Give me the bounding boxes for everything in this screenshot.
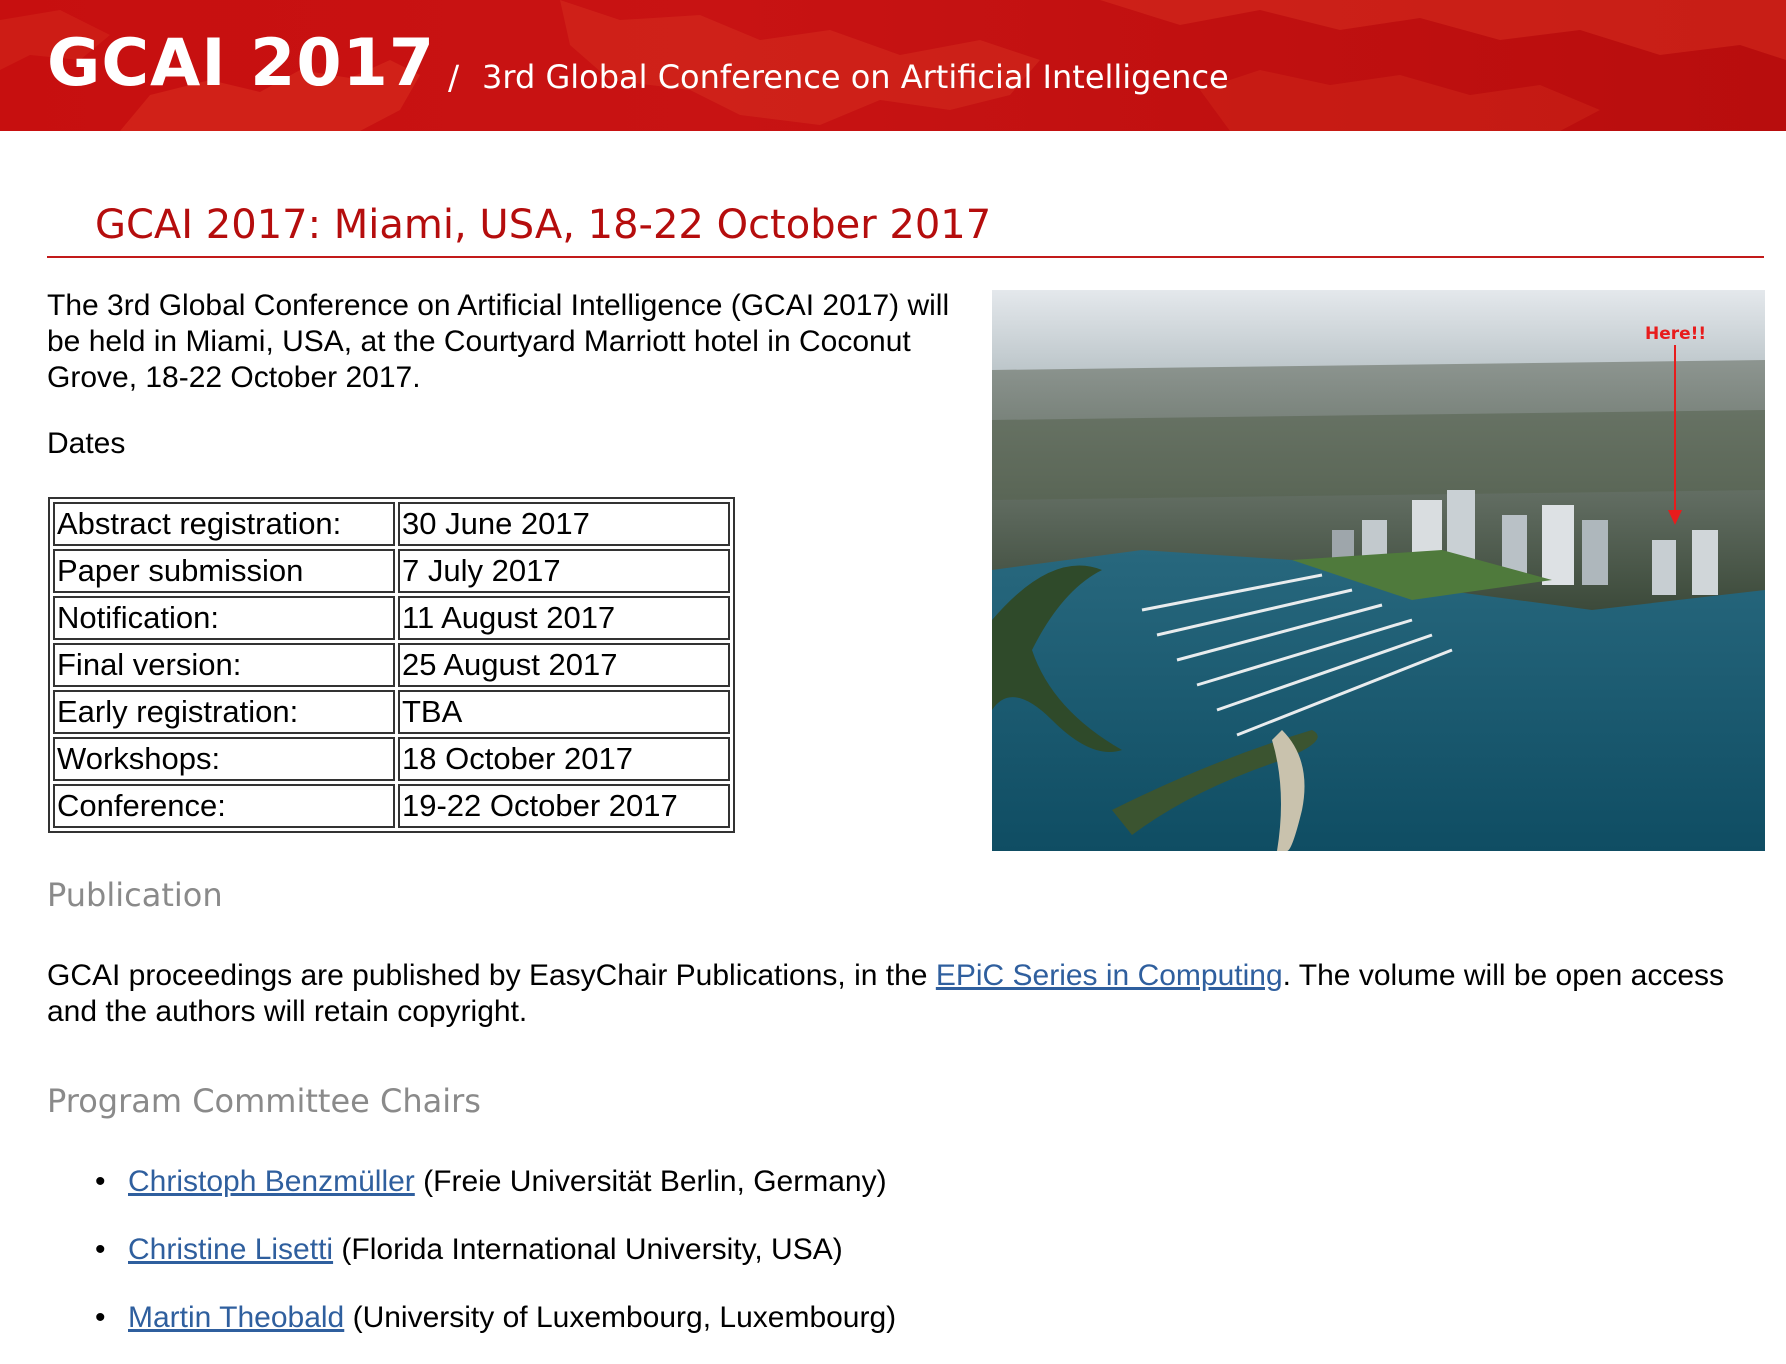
epic-series-link[interactable]: EPiC Series in Computing (936, 959, 1283, 992)
chair-list-item: • Martin Theobald (University of Luxembou… (95, 1296, 896, 1364)
dates-row: Conference: 19-22 October 2017 (53, 784, 730, 828)
dates-row: Notification: 11 August 2017 (53, 596, 730, 640)
chair-name-link[interactable]: Martin Theobald (128, 1301, 344, 1334)
site-title: GCAI 2017 (47, 26, 436, 101)
date-label-cell: Notification: (53, 596, 395, 640)
intro-paragraph: The 3rd Global Conference on Artificial … (47, 289, 950, 394)
chair-name-link[interactable]: Christine Lisetti (128, 1233, 333, 1266)
dates-row: Workshops: 18 October 2017 (53, 737, 730, 781)
chair-affiliation: (Florida International University, USA) (333, 1233, 843, 1266)
bullet-icon: • (95, 1165, 106, 1198)
date-label-cell: Abstract registration: (53, 502, 395, 546)
bullet-icon: • (95, 1233, 106, 1266)
dates-row: Paper submission 7 July 2017 (53, 549, 730, 593)
date-label-cell: Paper submission (53, 549, 395, 593)
page-title: GCAI 2017: Miami, USA, 18-22 October 201… (95, 202, 992, 248)
dates-label: Dates (47, 427, 126, 460)
bullet-icon: • (95, 1301, 106, 1334)
publication-paragraph: GCAI proceedings are published by EasyCh… (47, 958, 1767, 1030)
date-value-cell: 11 August 2017 (398, 596, 730, 640)
title-separator: / (448, 58, 460, 97)
date-value-cell: 30 June 2017 (398, 502, 730, 546)
date-label-cell: Workshops: (53, 737, 395, 781)
chair-name-link[interactable]: Christoph Benzmüller (128, 1165, 415, 1198)
dates-table: Abstract registration: 30 June 2017 Paper … (48, 497, 735, 833)
chair-affiliation: (University of Luxembourg, Luxembourg) (344, 1301, 897, 1334)
date-value-cell: 18 October 2017 (398, 737, 730, 781)
chair-list-item: • Christine Lisetti (Florida Internationa… (95, 1228, 896, 1296)
publication-text-before: GCAI proceedings are published by EasyCh… (47, 959, 936, 992)
chairs-list: • Christoph Benzmüller (Freie Universität… (95, 1160, 896, 1364)
publication-heading: Publication (47, 876, 223, 914)
date-label-cell: Conference: (53, 784, 395, 828)
date-value-cell: 19-22 October 2017 (398, 784, 730, 828)
dates-row: Early registration: TBA (53, 690, 730, 734)
date-value-cell: TBA (398, 690, 730, 734)
date-label-cell: Final version: (53, 643, 395, 687)
aerial-photo-image (992, 290, 1765, 851)
heading-divider (47, 256, 1764, 258)
here-annotation: Here!! (1645, 324, 1707, 344)
site-subtitle: 3rd Global Conference on Artificial Inte… (482, 58, 1229, 96)
date-value-cell: 25 August 2017 (398, 643, 730, 687)
program-committee-heading: Program Committee Chairs (47, 1082, 481, 1120)
date-value-cell: 7 July 2017 (398, 549, 730, 593)
date-label-cell: Early registration: (53, 690, 395, 734)
dates-row: Final version: 25 August 2017 (53, 643, 730, 687)
dates-row: Abstract registration: 30 June 2017 (53, 502, 730, 546)
venue-aerial-photo: Here!! (992, 290, 1765, 851)
chair-list-item: • Christoph Benzmüller (Freie Universität… (95, 1160, 896, 1228)
header-banner: GCAI 2017 / 3rd Global Conference on Art… (0, 0, 1786, 131)
chair-affiliation: (Freie Universität Berlin, Germany) (414, 1165, 887, 1198)
